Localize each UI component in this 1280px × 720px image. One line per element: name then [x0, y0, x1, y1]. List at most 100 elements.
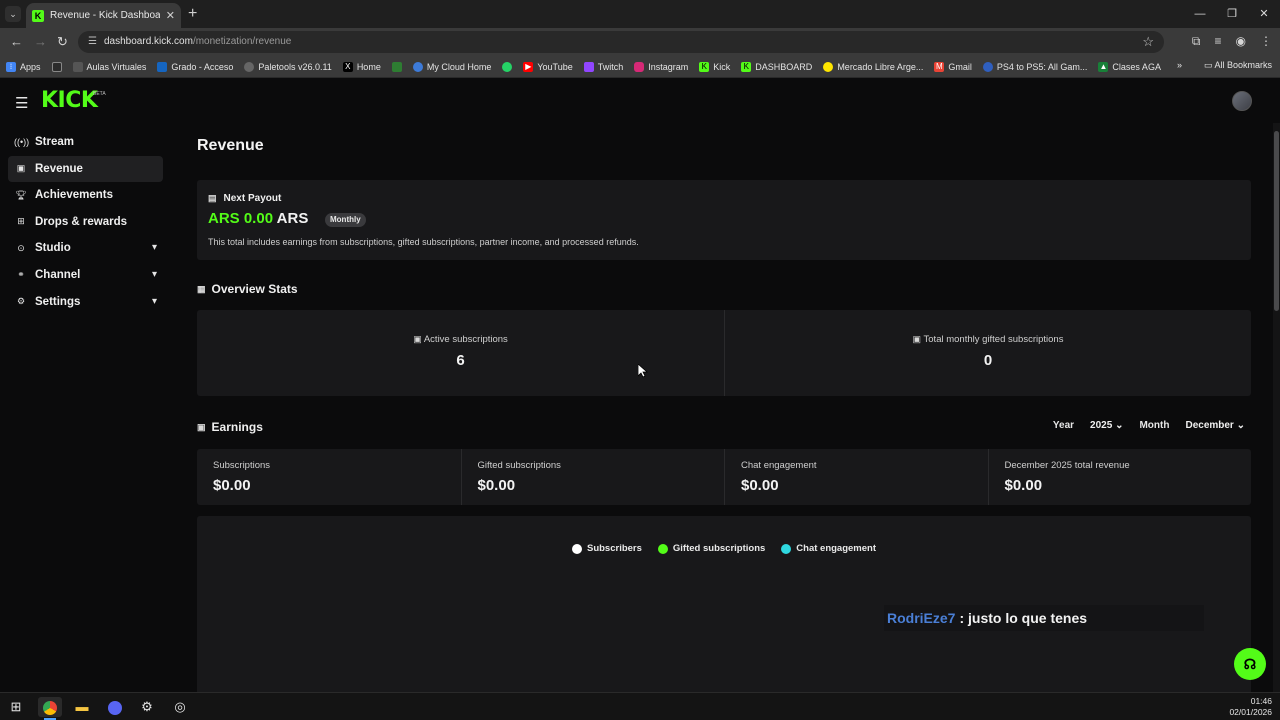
browser-tab[interactable]: K Revenue - Kick Dashboard ✕ — [26, 3, 181, 28]
obs-icon[interactable]: ◎ — [168, 697, 192, 717]
legend-item[interactable]: Gifted subscriptions — [657, 543, 766, 554]
bookmark-item[interactable]: M Gmail — [934, 61, 972, 72]
minimize-icon[interactable]: — — [1184, 0, 1216, 28]
bookmark-item[interactable]: Aulas Virtuales — [72, 61, 146, 72]
extensions-icon[interactable]: ⧉ — [1192, 34, 1201, 49]
clock-date: 02/01/2026 — [1229, 707, 1272, 717]
youtube-icon: ▶ — [523, 61, 534, 72]
bookmark-item[interactable]: Mercado Libre Arge... — [823, 61, 924, 72]
new-tab-icon[interactable]: + — [188, 5, 197, 23]
month-select[interactable]: December ⌄ — [1179, 420, 1251, 431]
kick-logo[interactable]: KICK — [41, 88, 98, 113]
sidebar-item-label: Channel — [35, 268, 81, 281]
bookmark-label: Mercado Libre Arge... — [837, 61, 924, 72]
steam-icon[interactable]: ⚙ — [135, 697, 159, 717]
forward-icon[interactable]: → — [34, 34, 47, 49]
stat-label-text: Active subscriptions — [423, 334, 508, 345]
bookmark-label: Grado - Acceso — [171, 61, 234, 72]
payout-note: This total includes earnings from subscr… — [208, 237, 639, 247]
avatar[interactable] — [1232, 91, 1252, 111]
sidebar-item-settings[interactable]: ⚙ Settings ▾ — [8, 289, 163, 315]
sidebar-item-achievements[interactable]: 🏆︎ Achievements — [8, 182, 163, 208]
sidebar-item-label: Stream — [35, 136, 74, 148]
profile-icon[interactable]: ◉ — [1236, 34, 1246, 49]
bookmark-item[interactable] — [502, 61, 513, 72]
bookmark-label: PS4 to PS5: All Gam... — [996, 61, 1088, 72]
kick-favicon-icon: K — [32, 9, 44, 22]
legend-dot — [781, 543, 792, 554]
apps-icon: ⁝ — [6, 61, 16, 72]
stat-label: ▣ Active subscriptions — [197, 334, 724, 345]
kick-icon: K — [741, 61, 752, 72]
chat-username: RodriEze7 — [887, 610, 956, 626]
bookmark-star-icon[interactable]: ☆ — [1142, 34, 1154, 50]
earnings-label: December 2025 total revenue — [1004, 460, 1130, 471]
bookmark-item[interactable]: Paletools v26.0.11 — [244, 61, 332, 72]
bookmark-item[interactable]: Instagram — [634, 61, 688, 72]
media-icon[interactable]: ≡ — [1215, 34, 1222, 49]
chart-icon: ▣ — [912, 334, 922, 344]
address-bar[interactable]: ☰ dashboard.kick.com/monetization/revenu… — [78, 31, 1164, 53]
bookmark-item[interactable]: Twitch — [583, 61, 623, 72]
chevron-down-icon: ▾ — [151, 268, 157, 280]
bookmark-item[interactable] — [391, 61, 402, 72]
payout-currency: ARS — [276, 210, 309, 227]
bookmark-item[interactable]: ▶ YouTube — [523, 61, 573, 72]
year-select[interactable]: 2025 ⌄ — [1084, 420, 1129, 431]
tab-search-icon[interactable]: ⌄ — [5, 6, 21, 22]
window-controls: — ❐ ✕ — [1184, 0, 1280, 28]
sidebar-item-studio[interactable]: ⊙ Studio ▾ — [8, 235, 163, 261]
sidebar-nav: ((•)) Stream ▣ Revenue 🏆︎ Achievements ⊞… — [8, 129, 163, 315]
bookmark-item[interactable]: Grado - Acceso — [157, 61, 234, 72]
chrome-taskbar-icon[interactable] — [38, 697, 62, 720]
back-icon[interactable]: ← — [10, 34, 23, 49]
all-bookmarks[interactable]: ▭ All Bookmarks — [1204, 60, 1272, 71]
chat-message: : justo lo que tenes — [959, 610, 1088, 626]
reload-icon[interactable]: ↻ — [57, 34, 68, 50]
sidebar-item-drops[interactable]: ⊞ Drops & rewards — [8, 209, 163, 235]
page-title: Revenue — [197, 137, 264, 154]
grid-icon — [51, 61, 62, 72]
page-scrollbar[interactable] — [1273, 123, 1280, 692]
earnings-value: $0.00 — [1004, 477, 1043, 494]
bookmark-label: Home — [356, 61, 381, 72]
system-clock[interactable]: 01:46 02/01/2026 — [1229, 696, 1272, 718]
window-close-icon[interactable]: ✕ — [1248, 0, 1280, 28]
bookmarks-bar: ⁝ Apps Aulas Virtuales Grado - Acceso Pal… — [0, 56, 1280, 78]
sidebar-item-channel[interactable]: ⚭ Channel ▾ — [8, 262, 163, 288]
stat-value: 0 — [983, 352, 993, 369]
windows-start-icon[interactable]: ⊞ — [4, 697, 28, 717]
bookmark-item[interactable]: K Kick — [699, 61, 730, 72]
discord-taskbar-icon[interactable] — [103, 697, 127, 717]
chevron-down-icon: ▾ — [151, 295, 157, 307]
legend-label: Gifted subscriptions — [672, 543, 766, 554]
chevron-right-icon[interactable]: » — [1177, 60, 1182, 71]
sidebar-item-stream[interactable]: ((•)) Stream — [8, 129, 163, 155]
stat-gifted-subscriptions: ▣ Total monthly gifted subscriptions 0 — [724, 310, 1251, 396]
sidebar-item-revenue[interactable]: ▣ Revenue — [8, 155, 163, 182]
bookmark-item[interactable]: My Cloud Home — [412, 61, 491, 72]
bookmark-item[interactable]: K DASHBOARD — [741, 61, 812, 72]
site-info-icon[interactable]: ☰ — [88, 36, 97, 47]
bookmark-item[interactable]: ▲ Clases AGA — [1098, 61, 1161, 72]
support-chat-button[interactable]: ☊ — [1234, 648, 1266, 680]
bookmark-item[interactable]: ⁝ Apps — [6, 61, 41, 72]
file-explorer-icon[interactable]: ▬ — [70, 697, 94, 717]
hamburger-menu-icon[interactable]: ☰ — [15, 94, 28, 112]
restore-icon[interactable]: ❐ — [1216, 0, 1248, 28]
scrollbar-thumb[interactable] — [1274, 131, 1279, 311]
payout-amount: ARS 0.00 ARS — [208, 210, 308, 227]
channel-icon: ⚭ — [17, 269, 25, 280]
bookmark-label: Paletools v26.0.11 — [258, 61, 332, 72]
drive-icon: ▲ — [1098, 61, 1109, 72]
all-bookmarks-label: All Bookmarks — [1214, 60, 1272, 70]
overview-stats-card: ▣ Active subscriptions 6 ▣ Total monthly… — [197, 310, 1251, 396]
earnings-filters: Year 2025 ⌄ Month December ⌄ — [1053, 420, 1251, 431]
bookmark-item[interactable]: PS4 to PS5: All Gam... — [982, 61, 1088, 72]
bookmark-item[interactable]: X Home — [342, 61, 381, 72]
bookmark-item[interactable] — [51, 61, 62, 72]
close-icon[interactable]: ✕ — [166, 9, 175, 22]
kebab-menu-icon[interactable]: ⋮ — [1260, 34, 1272, 49]
legend-item[interactable]: Chat engagement — [781, 543, 876, 554]
legend-item[interactable]: Subscribers — [571, 543, 642, 554]
